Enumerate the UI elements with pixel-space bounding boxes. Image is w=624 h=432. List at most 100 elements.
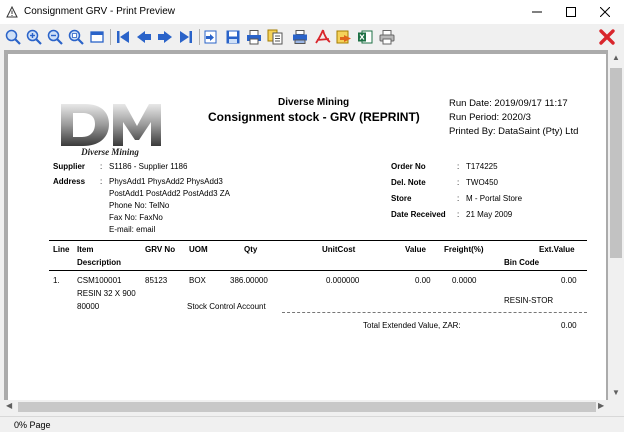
zoom-status: 0% Page bbox=[14, 420, 51, 430]
minimize-button[interactable] bbox=[520, 0, 554, 24]
row-bin-code: RESIN-STOR bbox=[504, 296, 554, 305]
scroll-right-icon[interactable]: ▶ bbox=[598, 401, 604, 410]
report-title: Consignment stock - GRV (REPRINT) bbox=[208, 110, 420, 124]
order-no-colon: : bbox=[457, 162, 460, 171]
col-description: Description bbox=[77, 258, 122, 267]
vertical-scroll-thumb[interactable] bbox=[610, 68, 622, 258]
print-setup-icon bbox=[293, 30, 307, 44]
row-description: RESIN 32 X 900 bbox=[77, 289, 136, 298]
order-no-value: T174225 bbox=[466, 162, 498, 171]
row-freight: 0.0000 bbox=[452, 276, 477, 285]
print-button[interactable] bbox=[244, 27, 264, 47]
zoom-out-icon bbox=[47, 29, 63, 45]
col-grv-no: GRV No bbox=[145, 245, 176, 254]
pdf-icon bbox=[315, 29, 331, 44]
address-colon: : bbox=[100, 177, 103, 186]
close-window-button[interactable] bbox=[588, 0, 622, 24]
col-uom: UOM bbox=[189, 245, 208, 254]
printer-button[interactable] bbox=[377, 27, 397, 47]
window-icon bbox=[90, 31, 104, 43]
printed-by: Printed By: DataSaint (Pty) Ltd bbox=[449, 126, 579, 137]
del-note-colon: : bbox=[457, 178, 460, 187]
date-received-colon: : bbox=[457, 210, 460, 219]
fax-line: Fax No: FaxNo bbox=[109, 213, 163, 222]
logo-text: Diverse Mining bbox=[80, 147, 139, 157]
report-page: Diverse Mining Diverse Mining Consignmen… bbox=[8, 54, 606, 402]
goto-page-button[interactable] bbox=[202, 27, 222, 47]
row-value: 0.00 bbox=[415, 276, 431, 285]
company-name: Diverse Mining bbox=[278, 97, 350, 108]
address-label: Address bbox=[53, 177, 86, 186]
export-button[interactable] bbox=[334, 27, 354, 47]
store-label: Store bbox=[391, 194, 412, 203]
del-note-label: Del. Note bbox=[391, 178, 426, 187]
last-page-button[interactable] bbox=[176, 27, 196, 47]
scroll-up-icon[interactable]: ▲ bbox=[612, 53, 620, 62]
window-title: Consignment GRV - Print Preview bbox=[24, 6, 175, 17]
col-qty: Qty bbox=[244, 245, 258, 254]
del-note-value: TWO450 bbox=[466, 178, 499, 187]
preview-area[interactable]: Diverse Mining Diverse Mining Consignmen… bbox=[4, 50, 610, 402]
vertical-scrollbar[interactable]: ▲ ▼ bbox=[608, 50, 624, 402]
pdf-button[interactable] bbox=[313, 27, 333, 47]
order-no-label: Order No bbox=[391, 162, 426, 171]
row-grv-no: 85123 bbox=[145, 276, 168, 285]
zoom-in-icon bbox=[26, 29, 42, 45]
toolbar-separator bbox=[199, 29, 200, 45]
address-line: PostAdd1 PostAdd2 PostAdd3 ZA bbox=[109, 189, 230, 198]
row-account-name: Stock Control Account bbox=[187, 302, 266, 311]
row-account-code: 80000 bbox=[77, 302, 100, 311]
maximize-icon bbox=[566, 7, 576, 17]
close-preview-icon[interactable] bbox=[598, 28, 616, 46]
row-line-no: 1. bbox=[53, 276, 60, 285]
minimize-icon bbox=[532, 11, 542, 13]
scroll-corner bbox=[608, 400, 624, 414]
col-value: Value bbox=[405, 245, 426, 254]
row-qty: 386.00000 bbox=[230, 276, 268, 285]
prev-page-button[interactable] bbox=[134, 27, 154, 47]
row-ext-value: 0.00 bbox=[561, 276, 577, 285]
copy-icon bbox=[267, 29, 283, 45]
print-icon bbox=[247, 30, 261, 45]
col-freight: Freight(%) bbox=[444, 245, 484, 254]
goto-page-icon bbox=[204, 30, 217, 44]
run-date: Run Date: 2019/09/17 11:17 bbox=[449, 98, 568, 109]
total-value: 0.00 bbox=[561, 321, 577, 330]
prev-page-icon bbox=[137, 31, 151, 43]
save-button[interactable] bbox=[223, 27, 243, 47]
scroll-left-icon[interactable]: ◀ bbox=[6, 401, 12, 410]
zoom-out-button[interactable] bbox=[45, 27, 65, 47]
supplier-value: S1186 - Supplier 1186 bbox=[109, 162, 188, 171]
store-colon: : bbox=[457, 194, 460, 203]
excel-button[interactable] bbox=[355, 27, 375, 47]
email-line: E-mail: email bbox=[109, 225, 156, 234]
zoom-page-icon bbox=[68, 29, 84, 45]
first-page-icon bbox=[117, 31, 129, 43]
horizontal-scroll-thumb[interactable] bbox=[18, 402, 596, 412]
toolbar bbox=[0, 24, 624, 50]
run-period: Run Period: 2020/3 bbox=[449, 112, 531, 123]
row-unit-cost: 0.000000 bbox=[326, 276, 360, 285]
printer-icon bbox=[379, 30, 395, 45]
zoom-in-button[interactable] bbox=[24, 27, 44, 47]
print-setup-button[interactable] bbox=[290, 27, 310, 47]
copy-button[interactable] bbox=[265, 27, 285, 47]
col-ext-value: Ext.Value bbox=[539, 245, 575, 254]
supplier-label: Supplier bbox=[53, 162, 86, 171]
scroll-down-icon[interactable]: ▼ bbox=[612, 388, 620, 397]
excel-icon bbox=[358, 30, 373, 44]
toolbar-separator bbox=[110, 29, 111, 45]
window-button[interactable] bbox=[87, 27, 107, 47]
zoom-value: 0% bbox=[14, 420, 28, 430]
first-page-button[interactable] bbox=[113, 27, 133, 47]
total-separator bbox=[282, 312, 587, 313]
horizontal-scrollbar[interactable]: ◀ ▶ bbox=[4, 400, 608, 414]
zoom-icon bbox=[5, 29, 21, 45]
export-icon bbox=[336, 30, 351, 44]
maximize-button[interactable] bbox=[554, 0, 588, 24]
zoom-button[interactable] bbox=[3, 27, 23, 47]
close-icon bbox=[600, 7, 610, 17]
zoom-page-button[interactable] bbox=[66, 27, 86, 47]
next-page-button[interactable] bbox=[155, 27, 175, 47]
app-warning-icon bbox=[6, 6, 18, 18]
